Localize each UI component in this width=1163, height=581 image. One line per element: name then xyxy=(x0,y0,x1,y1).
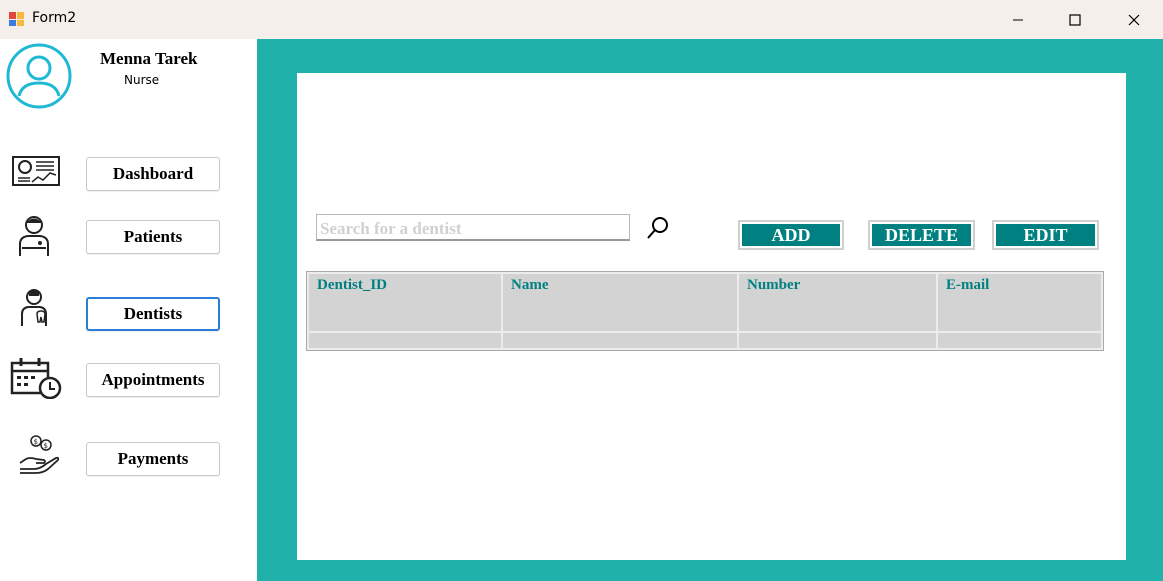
dentist-icon xyxy=(21,289,47,326)
dentists-table[interactable]: Dentist_ID Name Number E-mail xyxy=(306,271,1104,351)
table-row[interactable] xyxy=(309,333,1101,348)
delete-button[interactable]: DELETE xyxy=(868,220,975,250)
column-header[interactable]: Name xyxy=(503,274,737,332)
main-content: ADD DELETE EDIT Dentist_ID Name Number E… xyxy=(257,39,1163,581)
sidebar: Menna Tarek Nurse Dashboard Patients Den… xyxy=(0,39,257,581)
payment-hand-icon: $ $ xyxy=(19,435,60,474)
maximize-button[interactable] xyxy=(1046,0,1104,39)
user-name: Menna Tarek xyxy=(100,49,198,68)
title-bar: Form2 xyxy=(0,0,1163,39)
user-role: Nurse xyxy=(124,73,160,87)
nav-dashboard-button[interactable]: Dashboard xyxy=(86,157,220,191)
svg-text:$: $ xyxy=(34,438,38,446)
close-button[interactable] xyxy=(1105,0,1163,39)
column-header[interactable]: Dentist_ID xyxy=(309,274,501,332)
calendar-clock-icon xyxy=(10,358,62,399)
nav-payments-button[interactable]: Payments xyxy=(86,442,220,476)
minimize-button[interactable] xyxy=(989,0,1047,39)
user-avatar-icon xyxy=(6,43,72,109)
app-icon xyxy=(9,12,24,26)
add-button[interactable]: ADD xyxy=(738,220,844,250)
search-icon[interactable] xyxy=(646,216,670,242)
minimize-icon xyxy=(1013,19,1023,20)
svg-text:$: $ xyxy=(44,442,48,450)
table-header-row: Dentist_ID Name Number E-mail xyxy=(309,274,1101,332)
maximize-icon xyxy=(1069,13,1081,26)
nav-dentists-button[interactable]: Dentists xyxy=(86,297,220,331)
nav-appointments-button[interactable]: Appointments xyxy=(86,363,220,397)
close-icon xyxy=(1128,14,1140,25)
edit-button[interactable]: EDIT xyxy=(992,220,1099,250)
table-cell[interactable] xyxy=(739,333,936,348)
table-cell[interactable] xyxy=(309,333,501,348)
column-header[interactable]: Number xyxy=(739,274,936,332)
dashboard-icon xyxy=(12,156,60,186)
window-title: Form2 xyxy=(32,10,77,26)
edit-button-label: EDIT xyxy=(996,224,1095,246)
table-cell[interactable] xyxy=(938,333,1101,348)
column-header[interactable]: E-mail xyxy=(938,274,1101,332)
table-cell[interactable] xyxy=(503,333,737,348)
dentists-panel: ADD DELETE EDIT Dentist_ID Name Number E… xyxy=(297,73,1126,560)
patient-icon xyxy=(19,216,49,256)
search-input[interactable] xyxy=(316,214,630,241)
nav-patients-button[interactable]: Patients xyxy=(86,220,220,254)
delete-button-label: DELETE xyxy=(872,224,971,246)
add-button-label: ADD xyxy=(742,224,840,246)
